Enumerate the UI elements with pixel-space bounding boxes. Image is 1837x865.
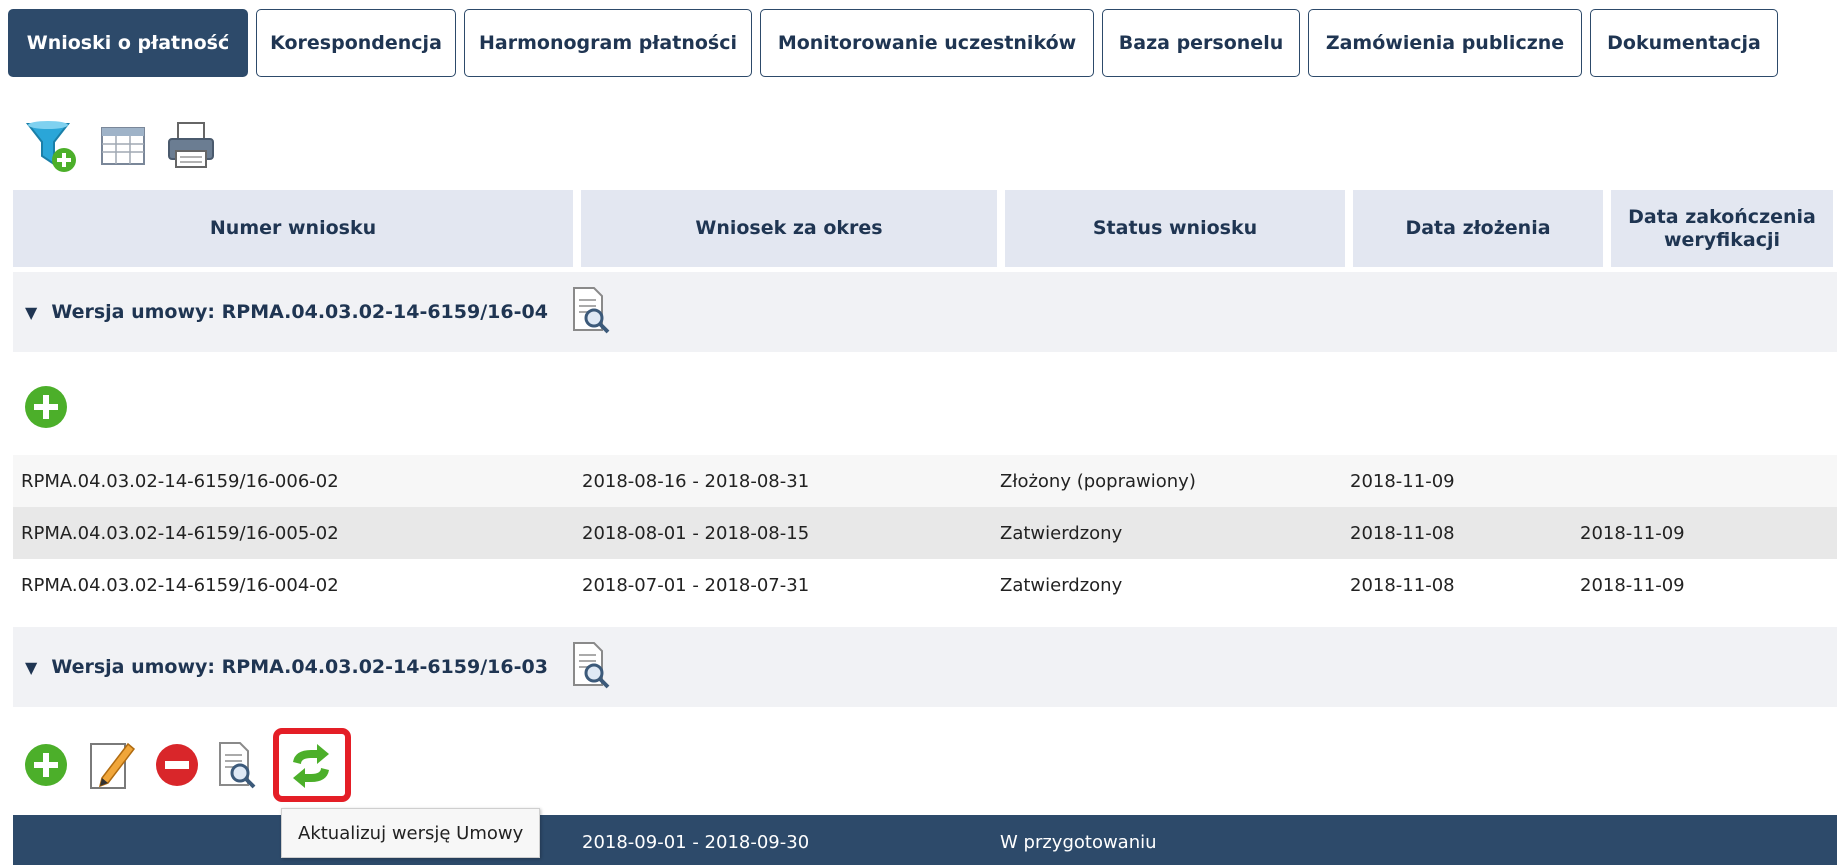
toolbar — [24, 118, 216, 178]
collapse-triangle-icon[interactable]: ▼ — [25, 658, 37, 677]
table-row[interactable]: RPMA.04.03.02-14-6159/16-005-02 2018-08-… — [13, 507, 1837, 559]
cell-number: RPMA.04.03.02-14-6159/16-005-02 — [21, 522, 339, 544]
column-header-status[interactable]: Status wniosku — [1005, 190, 1345, 267]
preview-icon[interactable] — [570, 641, 610, 693]
cell-status: W przygotowaniu — [1000, 832, 1157, 853]
contract-version-label: Wersja umowy: RPMA.04.03.02-14-6159/16-0… — [51, 656, 548, 678]
contract-version-group[interactable]: ▼ Wersja umowy: RPMA.04.03.02-14-6159/16… — [13, 272, 1837, 352]
table-header: Numer wniosku Wniosek za okres Status wn… — [13, 190, 1837, 267]
cell-period: 2018-08-16 - 2018-08-31 — [582, 470, 810, 492]
table-row[interactable]: RPMA.04.03.02-14-6159/16-006-02 2018-08-… — [13, 455, 1837, 507]
tooltip: Aktualizuj wersję Umowy — [281, 808, 541, 858]
add-icon[interactable] — [24, 743, 68, 791]
cell-period: 2018-09-01 - 2018-09-30 — [582, 832, 810, 853]
preview-icon[interactable] — [570, 286, 610, 338]
cell-period: 2018-07-01 - 2018-07-31 — [582, 574, 810, 596]
main-tabs: Wnioski o płatność Korespondencja Harmon… — [8, 9, 1786, 77]
table-icon[interactable] — [100, 124, 146, 172]
collapse-triangle-icon[interactable]: ▼ — [25, 303, 37, 322]
cell-status: Zatwierdzony — [1000, 574, 1123, 596]
edit-icon[interactable] — [88, 738, 136, 796]
tab-baza-personelu[interactable]: Baza personelu — [1102, 9, 1300, 77]
cell-verified: 2018-11-09 — [1580, 574, 1685, 596]
tab-korespondencja[interactable]: Korespondencja — [256, 9, 456, 77]
preview-icon[interactable] — [216, 741, 256, 793]
cell-status: Zatwierdzony — [1000, 522, 1123, 544]
column-header-number[interactable]: Numer wniosku — [13, 190, 573, 267]
cell-submitted: 2018-11-08 — [1350, 522, 1455, 544]
refresh-highlight — [273, 728, 351, 802]
cell-number: RPMA.04.03.02-14-6159/16-006-02 — [21, 470, 339, 492]
filter-add-icon[interactable] — [24, 118, 80, 178]
tab-dokumentacja[interactable]: Dokumentacja — [1590, 9, 1778, 77]
column-header-submitted[interactable]: Data złożenia — [1353, 190, 1603, 267]
cell-submitted: 2018-11-08 — [1350, 574, 1455, 596]
table-row[interactable]: RPMA.04.03.02-14-6159/16-004-02 2018-07-… — [13, 559, 1837, 611]
cell-period: 2018-08-01 - 2018-08-15 — [582, 522, 810, 544]
contract-version-label: Wersja umowy: RPMA.04.03.02-14-6159/16-0… — [51, 301, 548, 323]
tab-wnioski-o-platnosc[interactable]: Wnioski o płatność — [8, 9, 248, 77]
column-header-period[interactable]: Wniosek za okres — [581, 190, 997, 267]
cell-verified: 2018-11-09 — [1580, 522, 1685, 544]
column-header-verified[interactable]: Data zakończenia weryfikacji — [1611, 190, 1833, 267]
delete-icon[interactable] — [155, 743, 199, 791]
printer-icon[interactable] — [166, 121, 216, 175]
tab-zamowienia-publiczne[interactable]: Zamówienia publiczne — [1308, 9, 1582, 77]
tab-harmonogram-platnosci[interactable]: Harmonogram płatności — [464, 9, 752, 77]
tab-monitorowanie-uczestnikow[interactable]: Monitorowanie uczestników — [760, 9, 1094, 77]
contract-version-group[interactable]: ▼ Wersja umowy: RPMA.04.03.02-14-6159/16… — [13, 627, 1837, 707]
cell-status: Złożony (poprawiony) — [1000, 470, 1196, 492]
cell-number: RPMA.04.03.02-14-6159/16-004-02 — [21, 574, 339, 596]
payment-requests-table: Numer wniosku Wniosek za okres Status wn… — [13, 190, 1837, 267]
cell-submitted: 2018-11-09 — [1350, 470, 1455, 492]
add-icon[interactable] — [24, 385, 68, 433]
